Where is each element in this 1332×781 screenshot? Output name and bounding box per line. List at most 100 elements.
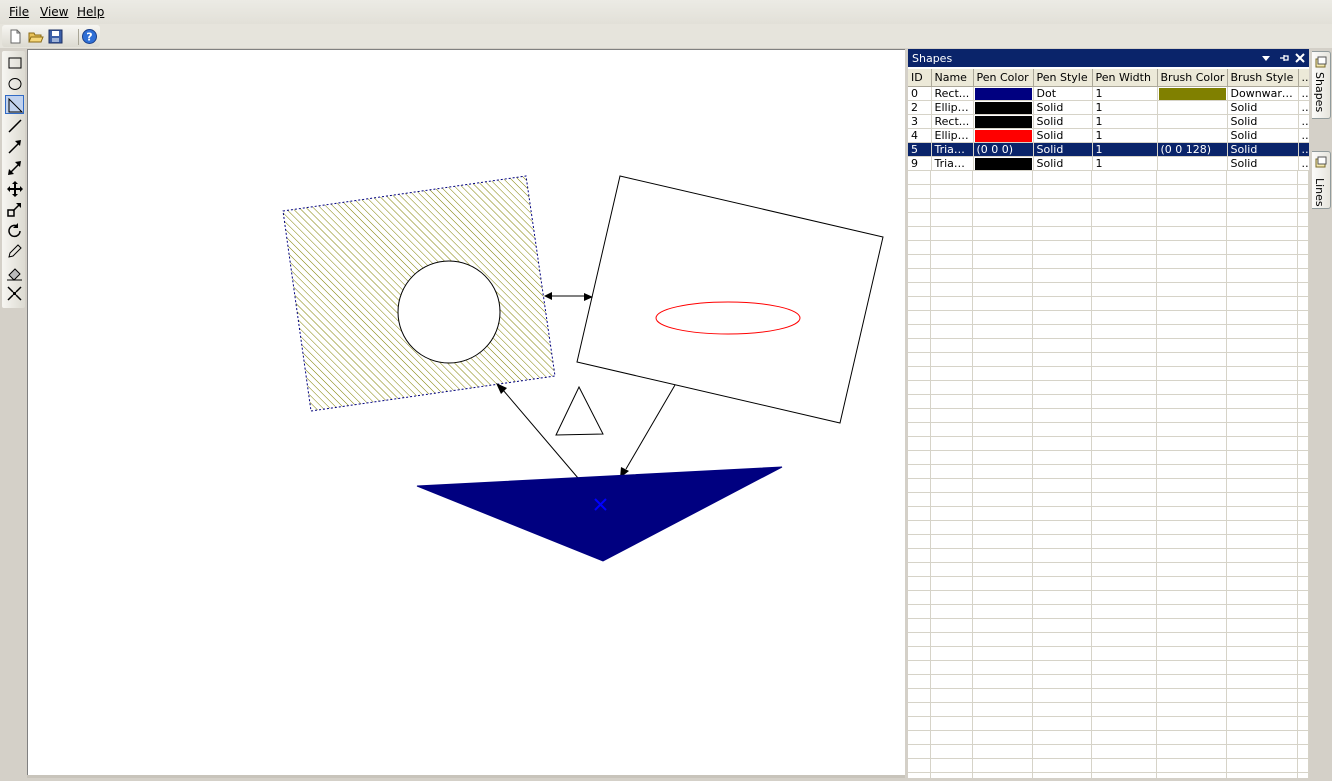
table-row[interactable]: 5 Trian... (0 0 0) Solid 1 (0 0 128) Solid..	[908, 142, 1310, 157]
tab-shapes-label: Shapes	[1313, 72, 1326, 113]
cell-brush-color[interactable]	[1157, 156, 1228, 171]
new-document-icon[interactable]	[7, 28, 24, 45]
save-disk-icon[interactable]	[47, 28, 64, 45]
cell-id[interactable]: 2	[908, 100, 932, 115]
rotate-tool-icon[interactable]	[5, 221, 24, 240]
pin-icon[interactable]	[1277, 51, 1291, 65]
cell-pen-color[interactable]	[973, 114, 1034, 129]
arrow-tool-icon[interactable]	[5, 137, 24, 156]
cell-brush-style[interactable]: Solid	[1227, 142, 1299, 157]
cell-brush-color[interactable]	[1157, 100, 1228, 115]
shape-rectangle-3[interactable]	[576, 175, 884, 424]
cell-pen-width[interactable]: 1	[1092, 86, 1158, 101]
cell-more[interactable]: ..	[1298, 128, 1310, 143]
shape-triangle-5[interactable]	[416, 466, 783, 562]
table-row[interactable]: 2 Ellipse2 Solid 1 Solid..	[908, 100, 1310, 115]
cell-pen-width[interactable]: 1	[1092, 142, 1158, 157]
column-header-brush-color[interactable]: Brush Color	[1157, 69, 1228, 87]
cell-brush-style[interactable]: Solid	[1227, 128, 1299, 143]
shape-ellipse-2[interactable]	[397, 260, 501, 364]
canvas-drawing[interactable]	[28, 50, 906, 776]
cell-name[interactable]: Rect...	[931, 114, 974, 129]
column-header-pen-color[interactable]: Pen Color	[973, 69, 1034, 87]
drawing-canvas[interactable]	[27, 49, 905, 775]
cell-brush-style[interactable]: Downward...	[1227, 86, 1299, 101]
cell-pen-color[interactable]: (0 0 0)	[973, 142, 1034, 157]
cell-name[interactable]: Rect...	[931, 86, 974, 101]
cell-pen-color[interactable]	[973, 128, 1034, 143]
cell-name[interactable]: Ellipse2	[931, 100, 974, 115]
table-row[interactable]: 4 Ellipse4 Solid 1 Solid..	[908, 128, 1310, 143]
shapes-table-body: 0 Rect... Dot 1 Downward..... 2 Ellipse2 Solid 1…	[908, 86, 1310, 171]
cell-name[interactable]: Trian...	[931, 156, 974, 171]
menu-help[interactable]: Help	[77, 5, 104, 19]
menu-view[interactable]: View	[40, 5, 68, 19]
move-tool-icon[interactable]	[5, 179, 24, 198]
dropdown-arrow-icon[interactable]	[1259, 51, 1273, 65]
cell-brush-color[interactable]	[1157, 128, 1228, 143]
cell-id[interactable]: 3	[908, 114, 932, 129]
cell-brush-style[interactable]: Solid	[1227, 100, 1299, 115]
table-row[interactable]: 0 Rect... Dot 1 Downward.....	[908, 86, 1310, 101]
cell-pen-style[interactable]: Dot	[1033, 86, 1093, 101]
cell-name[interactable]: Ellipse4	[931, 128, 974, 143]
column-header-id[interactable]: ID	[908, 69, 932, 87]
cell-brush-style[interactable]: Solid	[1227, 156, 1299, 171]
connector-arrow-to-triangle-5[interactable]	[620, 384, 676, 478]
cell-pen-style[interactable]: Solid	[1033, 142, 1093, 157]
table-row[interactable]: 3 Rect... Solid 1 Solid..	[908, 114, 1310, 129]
shrink-tool-icon[interactable]	[5, 284, 24, 303]
tab-shapes[interactable]: Shapes	[1312, 51, 1331, 119]
column-header-pen-style[interactable]: Pen Style	[1033, 69, 1093, 87]
column-header-name[interactable]: Name	[931, 69, 974, 87]
cell-id[interactable]: 5	[908, 142, 932, 157]
cell-pen-color[interactable]	[973, 156, 1034, 171]
cell-pen-width[interactable]: 1	[1092, 100, 1158, 115]
cell-id[interactable]: 4	[908, 128, 932, 143]
double-arrow-tool-icon[interactable]	[5, 158, 24, 177]
help-icon[interactable]: ?	[81, 28, 98, 45]
column-header-brush-style[interactable]: Brush Style	[1227, 69, 1299, 87]
cell-id[interactable]: 0	[908, 86, 932, 101]
cell-pen-width[interactable]: 1	[1092, 114, 1158, 129]
scale-tool-icon[interactable]	[5, 200, 24, 219]
cell-brush-color[interactable]: (0 0 128)	[1157, 142, 1228, 157]
cell-brush-color[interactable]	[1157, 114, 1228, 129]
connector-double-arrow[interactable]	[544, 292, 593, 301]
cell-more[interactable]: ..	[1298, 100, 1310, 115]
cell-brush-style[interactable]: Solid	[1227, 114, 1299, 129]
cell-pen-width[interactable]: 1	[1092, 128, 1158, 143]
line-tool-icon[interactable]	[5, 116, 24, 135]
cell-brush-color[interactable]	[1157, 86, 1228, 101]
shape-triangle-9[interactable]	[555, 385, 604, 436]
color-swatch	[1158, 87, 1226, 100]
close-icon[interactable]	[1293, 51, 1307, 65]
cell-id[interactable]: 9	[908, 156, 932, 171]
cell-pen-style[interactable]: Solid	[1033, 128, 1093, 143]
column-header-more[interactable]: ...	[1298, 69, 1310, 87]
cell-pen-color[interactable]	[973, 100, 1034, 115]
cell-more[interactable]: ..	[1298, 156, 1310, 171]
tab-lines[interactable]: Lines	[1312, 151, 1331, 209]
rectangle-tool-icon[interactable]	[5, 53, 24, 72]
ellipse-tool-icon[interactable]	[5, 74, 24, 93]
cell-pen-style[interactable]: Solid	[1033, 114, 1093, 129]
pencil-tool-icon[interactable]	[5, 242, 24, 261]
cell-name[interactable]: Trian...	[931, 142, 974, 157]
triangle-tool-icon[interactable]	[5, 95, 24, 114]
shapes-panel-title-bar: Shapes	[908, 49, 1309, 67]
cell-more[interactable]: ..	[1298, 142, 1310, 157]
cell-pen-style[interactable]: Solid	[1033, 100, 1093, 115]
cell-pen-color[interactable]	[973, 86, 1034, 101]
menu-file[interactable]: File	[9, 5, 29, 19]
menu-bar: File View Help	[0, 0, 1332, 24]
cell-more[interactable]: ..	[1298, 86, 1310, 101]
column-header-pen-width[interactable]: Pen Width	[1092, 69, 1158, 87]
cell-more[interactable]: ..	[1298, 114, 1310, 129]
open-folder-icon[interactable]	[27, 28, 44, 45]
cell-pen-style[interactable]: Solid	[1033, 156, 1093, 171]
color-swatch	[974, 101, 1032, 114]
fill-tool-icon[interactable]	[5, 263, 24, 282]
cell-pen-width[interactable]: 1	[1092, 156, 1158, 171]
table-row[interactable]: 9 Trian... Solid 1 Solid..	[908, 156, 1310, 171]
